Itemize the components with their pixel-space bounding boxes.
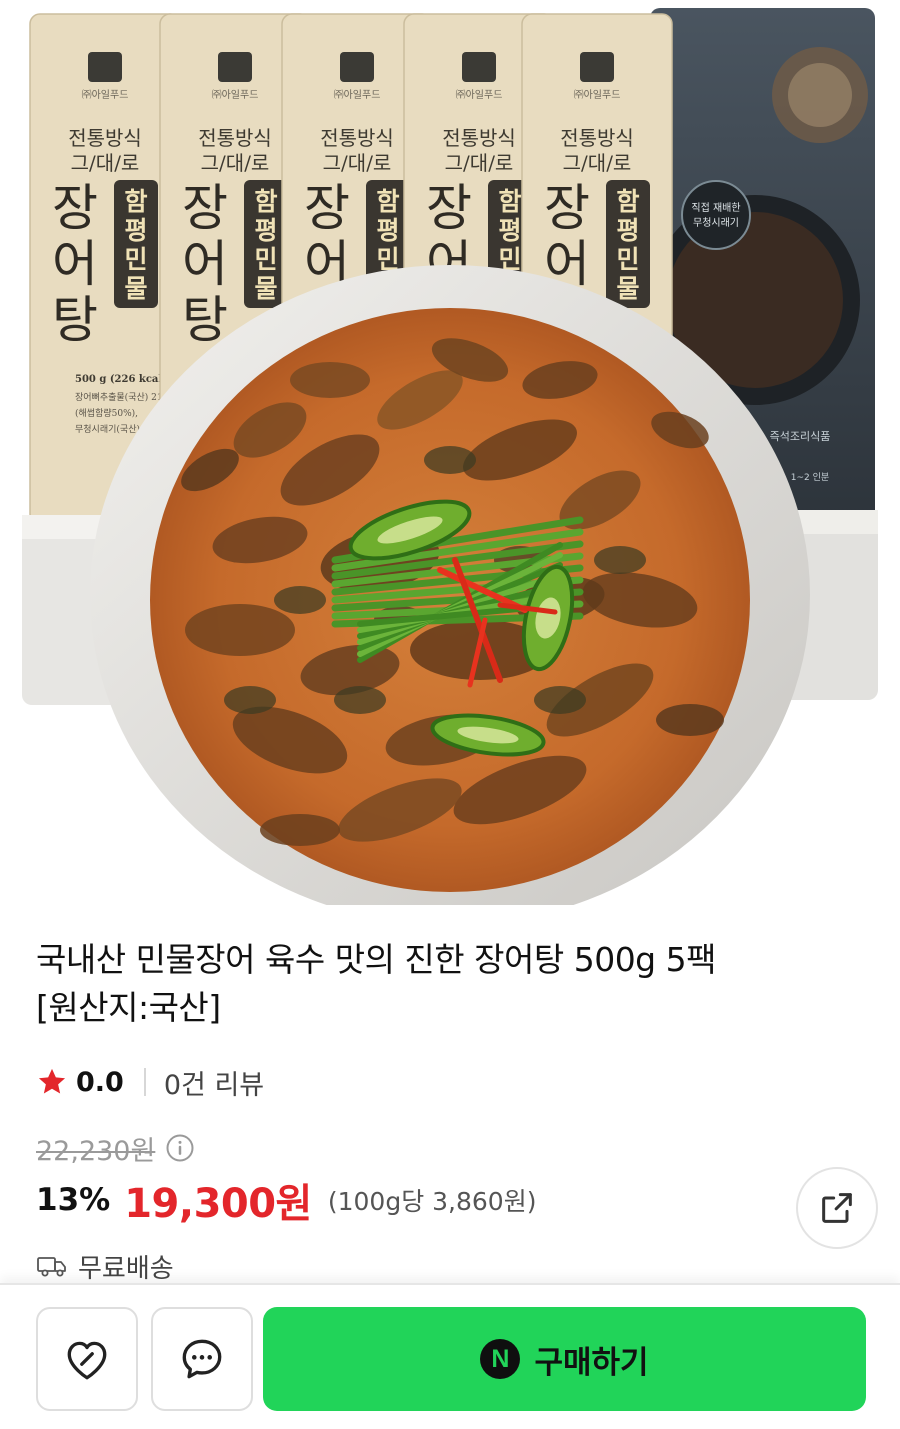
tagline-2: 그/대/로 <box>445 151 514 175</box>
share-icon <box>822 1193 852 1223</box>
brand-name: ㈜아일푸드 <box>82 88 129 101</box>
origin-label-char: 민 <box>124 245 147 274</box>
chat-bubble-icon <box>182 1339 222 1379</box>
origin-label-char: 민 <box>616 245 639 274</box>
talk-button[interactable] <box>151 1307 253 1411</box>
tagline-1: 전통방식 <box>560 126 634 150</box>
info-icon[interactable] <box>165 1133 195 1163</box>
product-name-char: 장 <box>52 179 98 237</box>
tagline-1: 전통방식 <box>68 126 142 150</box>
badge-text-1: 직접 재배한 <box>691 202 740 214</box>
product-name-char: 어 <box>52 235 98 293</box>
unit-price: (100g당 3,860원) <box>327 1187 537 1216</box>
brand-name: ㈜아일푸드 <box>456 88 503 101</box>
product-name-char: 탕 <box>52 291 98 349</box>
origin-label-char: 함 <box>124 187 147 216</box>
shipping-label: 무료배송 <box>78 1253 174 1284</box>
tagline-2: 그/대/로 <box>201 151 270 175</box>
bottom-action-bar: N 구매하기 <box>0 1283 900 1429</box>
origin-label-char: 평 <box>498 216 521 245</box>
badge-text-2: 무청시래기 <box>693 217 739 229</box>
share-button[interactable] <box>796 1167 878 1249</box>
divider <box>143 1068 146 1096</box>
tagline-1: 전통방식 <box>320 126 394 150</box>
spec-weight: 500 g (226 kcal) <box>75 374 167 385</box>
origin-label-char: 함 <box>254 187 277 216</box>
buy-button[interactable]: N 구매하기 <box>263 1307 866 1411</box>
brand-name: ㈜아일푸드 <box>212 88 259 101</box>
product-image: 직접 재배한 무청시래기 즉석조리식품 1~2 인분 ㈜아일푸드 전통방식 그/대/… <box>0 0 900 905</box>
star-icon <box>38 1068 66 1094</box>
origin-label-char: 물 <box>124 274 147 303</box>
pack-serving-text: 1~2 인분 <box>791 472 829 483</box>
original-price-row: 22,230원 <box>36 1128 195 1168</box>
tagline-2: 그/대/로 <box>323 151 392 175</box>
origin-label-char: 함 <box>616 187 639 216</box>
brand-name: ㈜아일푸드 <box>334 88 381 101</box>
product-title-line1: 국내산 민물장어 육수 맛의 진한 장어탕 500g 5팩 <box>36 940 716 979</box>
origin-label-char: 평 <box>254 216 277 245</box>
naver-pay-logo: N <box>480 1339 521 1379</box>
tagline-1: 전통방식 <box>198 126 272 150</box>
product-name-char: 장 <box>544 179 590 237</box>
rating-score: 0.0 <box>76 1066 124 1098</box>
brand-logo <box>580 52 614 82</box>
rating-row[interactable]: 0.0 0건 리뷰 <box>36 1062 264 1102</box>
spec-ingredient-1: 장어뼈추출물(국산) 21 <box>75 391 163 403</box>
product-photo: 직접 재배한 무청시래기 즉석조리식품 1~2 인분 ㈜아일푸드전통방식그/대/… <box>22 8 878 905</box>
product-name-char: 어 <box>182 235 228 293</box>
spec-ingredient-2: (해썹함량50%), <box>75 407 138 419</box>
brand-logo <box>88 52 122 82</box>
origin-label-char: 물 <box>616 274 639 303</box>
tagline-2: 그/대/로 <box>563 151 632 175</box>
wishlist-button[interactable] <box>36 1307 138 1411</box>
truck-icon <box>37 1257 66 1277</box>
product-title-line2: [원산지:국산] <box>36 988 221 1027</box>
product-name-char: 장 <box>304 179 350 237</box>
product-name-char: 장 <box>426 179 472 237</box>
price-row: 13% 19,300원 (100g당 3,860원) <box>36 1172 536 1228</box>
origin-label-char: 평 <box>376 216 399 245</box>
origin-label-char: 함 <box>376 187 399 216</box>
review-count[interactable]: 0건 리뷰 <box>164 1063 264 1102</box>
origin-label-char: 물 <box>254 274 277 303</box>
original-price: 22,230원 <box>36 1135 156 1167</box>
brand-logo <box>340 52 374 82</box>
buy-label: 구매하기 <box>534 1344 649 1381</box>
origin-label-char: 함 <box>498 187 521 216</box>
product-title: 국내산 민물장어 육수 맛의 진한 장어탕 500g 5팩 [원산지:국산] <box>36 936 866 1032</box>
shipping-row: 무료배송 <box>36 1246 174 1286</box>
brand-logo <box>462 52 496 82</box>
origin-label-char: 평 <box>616 216 639 245</box>
product-name-char: 장 <box>182 179 228 237</box>
tagline-1: 전통방식 <box>442 126 516 150</box>
sale-price: 19,300원 <box>124 1181 312 1227</box>
origin-label-char: 평 <box>124 216 147 245</box>
heart-icon <box>67 1341 107 1380</box>
origin-label-char: 민 <box>254 245 277 274</box>
discount-rate: 13% <box>36 1182 111 1218</box>
pack-type-text: 즉석조리식품 <box>770 430 831 443</box>
brand-logo <box>218 52 252 82</box>
brand-name: ㈜아일푸드 <box>574 88 621 101</box>
tagline-2: 그/대/로 <box>71 151 140 175</box>
